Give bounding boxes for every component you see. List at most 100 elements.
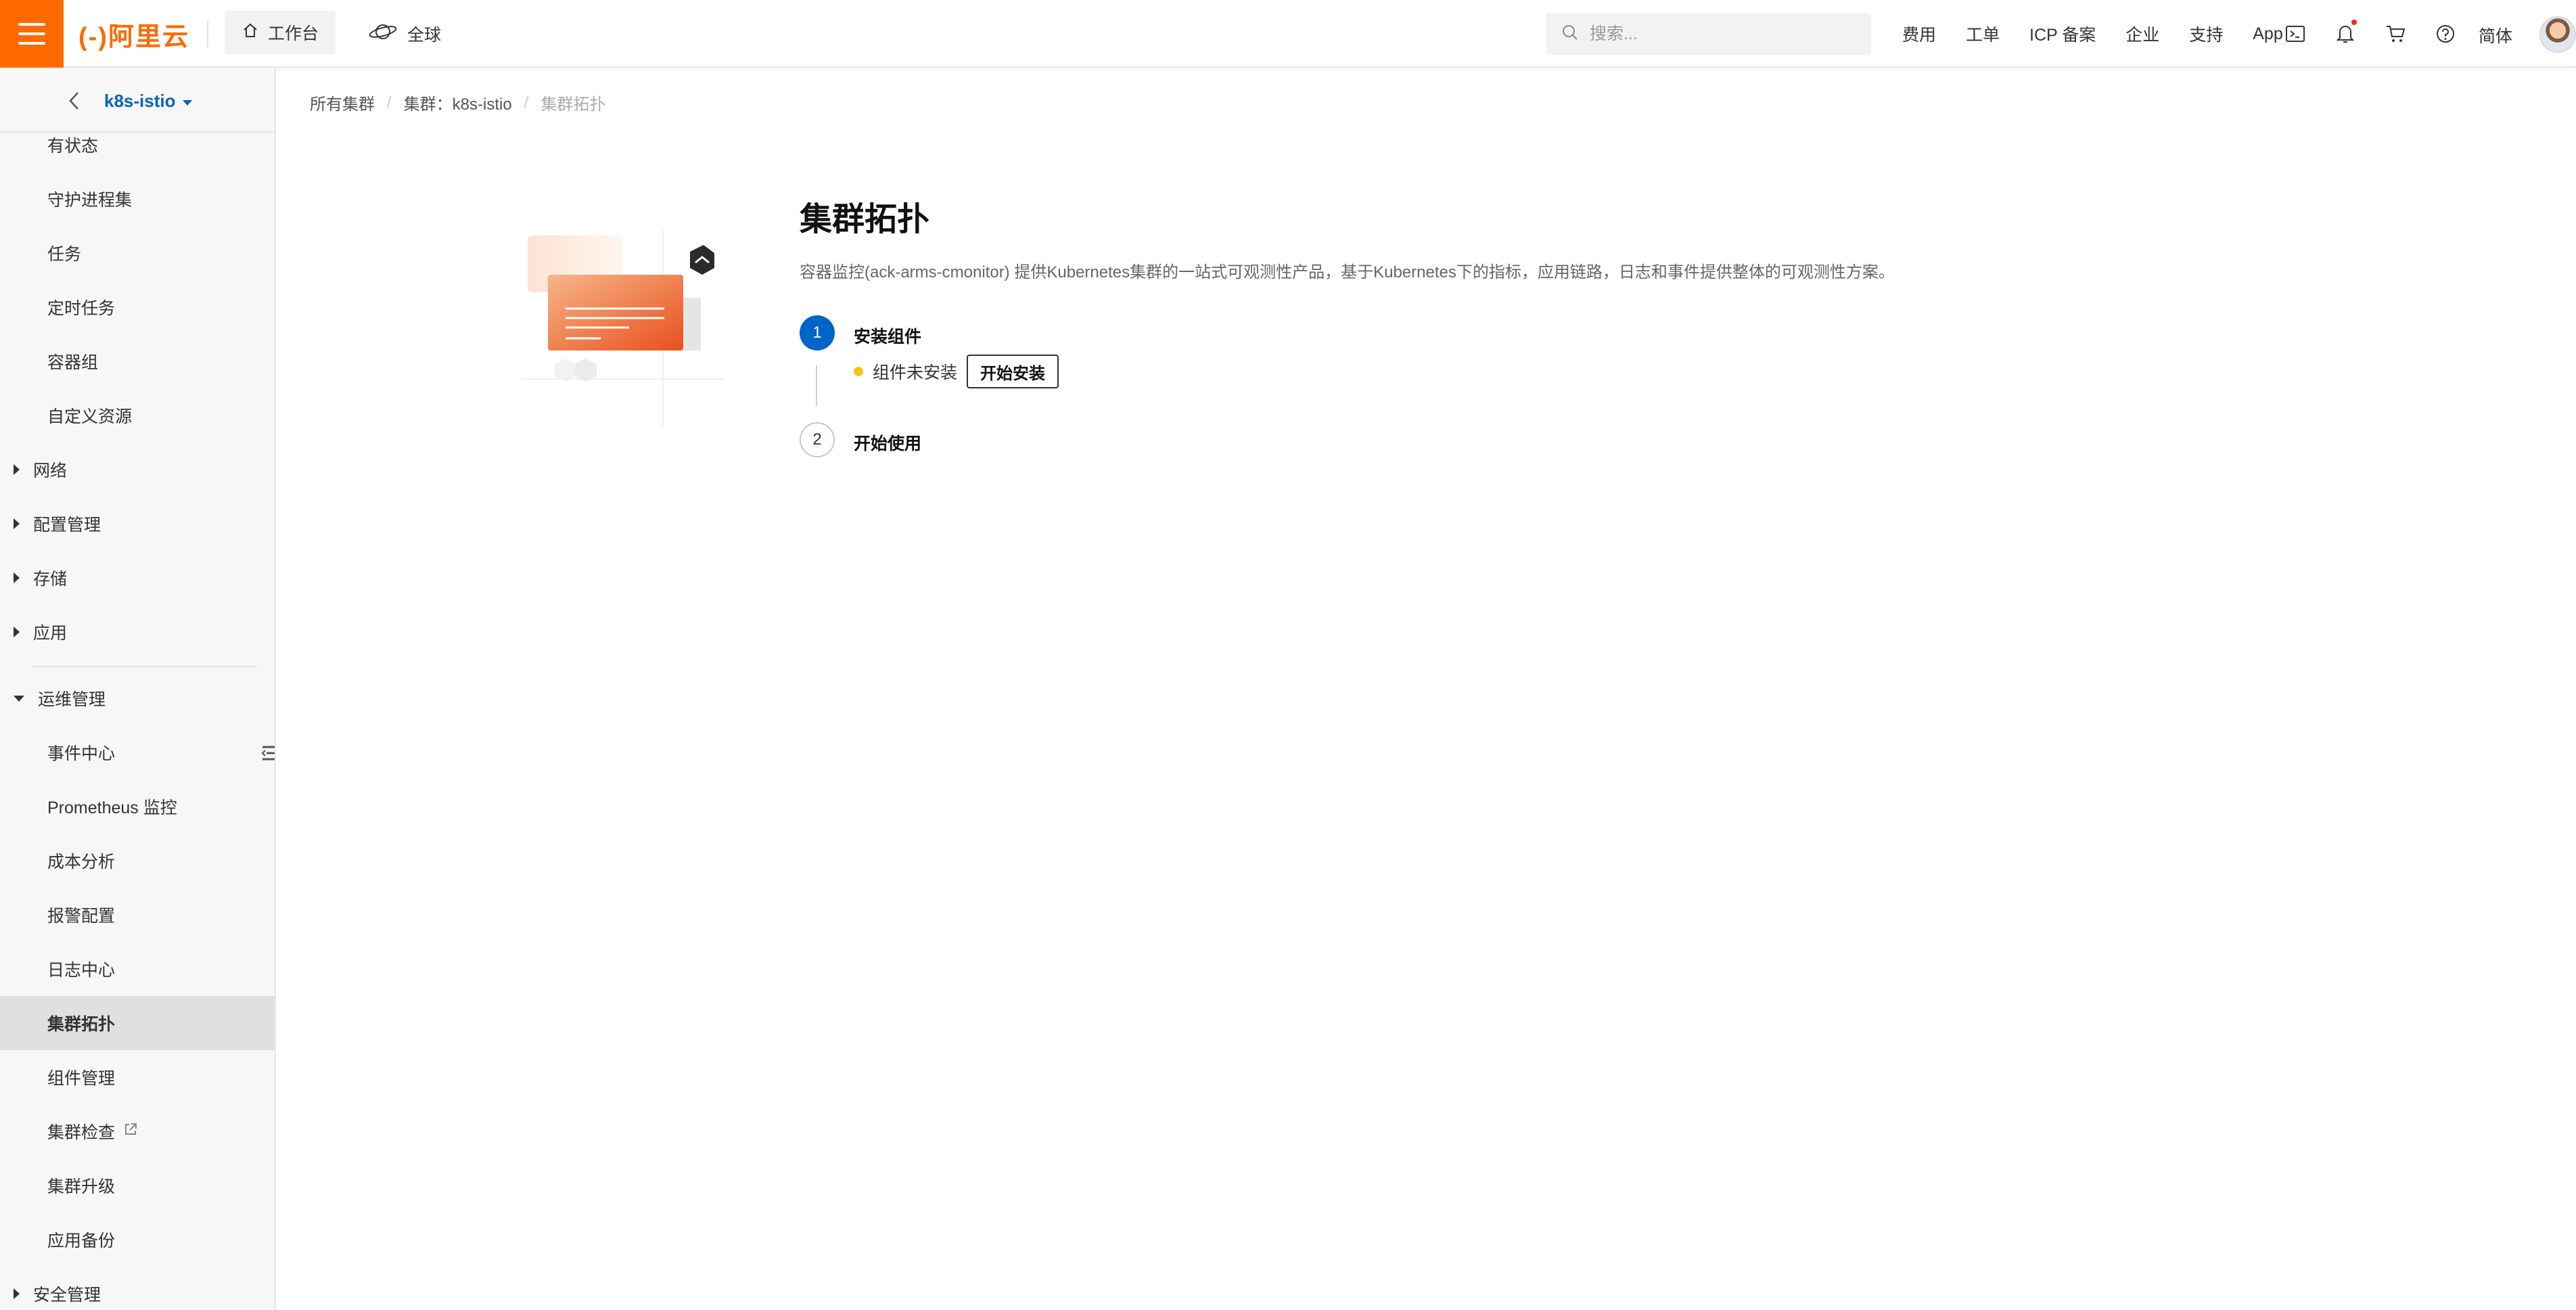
sidebar-item-label: 有状态: [47, 137, 99, 156]
breadcrumb-cluster[interactable]: 集群：k8s-istio: [404, 91, 512, 114]
caret-right-icon: [14, 572, 20, 583]
chevron-down-icon: [182, 99, 192, 106]
sidebar-item-pods[interactable]: 容器组: [0, 334, 275, 388]
step-1-status: 组件未安装 开始安装: [854, 355, 1059, 388]
caret-right-icon: [14, 1288, 20, 1299]
breadcrumb-cluster-prefix: 集群：: [403, 95, 453, 114]
top-link-billing[interactable]: 费用: [1902, 22, 1936, 46]
sidebar-collapse-icon[interactable]: [261, 744, 275, 762]
menu-line: [18, 42, 45, 45]
sidebar-item-app-backup[interactable]: 应用备份: [0, 1213, 275, 1267]
sidebar-item-label: Prometheus 监控: [47, 798, 177, 817]
breadcrumb-all-clusters[interactable]: 所有集群: [310, 91, 375, 114]
sidebar-item-addons[interactable]: 组件管理: [0, 1050, 275, 1104]
help-icon[interactable]: [2434, 22, 2457, 45]
sidebar-item-event-center[interactable]: 事件中心: [0, 725, 275, 780]
page-description: 容器监控(ack-arms-cmonitor) 提供Kubernetes集群的一…: [800, 263, 1895, 281]
menu-line: [18, 32, 45, 35]
sidebar-item-cost-analysis[interactable]: 成本分析: [0, 834, 275, 888]
sidebar-group-storage[interactable]: 存储: [0, 551, 275, 605]
sidebar-item-cluster-check[interactable]: 集群检查: [0, 1104, 275, 1158]
start-install-button[interactable]: 开始安装: [967, 355, 1059, 388]
caret-down-icon: [14, 695, 24, 702]
sidebar-item-log-center[interactable]: 日志中心: [0, 942, 275, 996]
sidebar-item-label: 成本分析: [47, 853, 116, 872]
back-arrow-icon[interactable]: [68, 91, 81, 114]
sidebar-item-label: 集群拓扑: [47, 1015, 116, 1034]
sidebar-divider: [32, 666, 257, 667]
user-avatar[interactable]: [2539, 16, 2576, 53]
sidebar-item-daemonset[interactable]: 守护进程集: [0, 172, 275, 226]
sidebar-item-label: 任务: [47, 245, 82, 264]
top-link-app[interactable]: App: [2253, 24, 2282, 44]
sidebar-group-applications[interactable]: 应用: [0, 605, 275, 659]
sidebar-item-alert-config[interactable]: 报警配置: [0, 888, 275, 942]
sidebar-item-jobs[interactable]: 任务: [0, 226, 275, 280]
cluster-name: k8s-istio: [104, 91, 176, 111]
sidebar-item-custom-resources[interactable]: 自定义资源: [0, 388, 275, 443]
home-icon: [242, 22, 258, 43]
sidebar: k8s-istio 有状态 守护进程集 任务 定时任务 容器组 自定义资源 网络…: [0, 68, 276, 1310]
workbench-button[interactable]: 工作台: [225, 11, 336, 54]
top-link-support[interactable]: 支持: [2189, 22, 2223, 46]
install-status-text: 组件未安装: [873, 363, 958, 382]
terminal-icon[interactable]: [2284, 22, 2307, 45]
brand-text: (-)阿里云: [78, 22, 189, 51]
step-2-indicator: 2: [800, 422, 835, 457]
status-dot: [854, 367, 863, 376]
sidebar-item-label: 容器组: [47, 353, 99, 372]
external-link-icon: [123, 1122, 138, 1142]
search-input[interactable]: [1588, 23, 1862, 45]
step-1-indicator: 1: [800, 315, 835, 351]
hamburger-menu-button[interactable]: [0, 0, 64, 68]
sidebar-item-label: 自定义资源: [47, 407, 133, 426]
search-icon: [1561, 24, 1579, 45]
sidebar-item-label: 集群升级: [47, 1177, 116, 1196]
sidebar-item-cluster-upgrade[interactable]: 集群升级: [0, 1158, 275, 1213]
sidebar-group-label: 网络: [33, 461, 68, 480]
top-link-tickets[interactable]: 工单: [1966, 22, 2000, 46]
sidebar-item-cronjobs[interactable]: 定时任务: [0, 280, 275, 334]
top-links: 费用 工单 ICP 备案 企业 支持 App: [1902, 0, 2313, 68]
sidebar-item-label: 事件中心: [47, 744, 116, 763]
breadcrumb-separator: /: [387, 93, 392, 112]
notification-dot: [2351, 20, 2357, 25]
sidebar-group-config[interactable]: 配置管理: [0, 497, 275, 551]
top-icon-group: [2284, 0, 2457, 68]
breadcrumb-cluster-name: k8s-istio: [452, 95, 512, 114]
region-selector[interactable]: 全球: [368, 18, 441, 50]
sidebar-item-label: 定时任务: [47, 299, 116, 318]
planet-icon: [368, 20, 398, 49]
menu-line: [18, 23, 45, 26]
sidebar-group-operations[interactable]: 运维管理: [0, 671, 275, 725]
sidebar-group-label: 存储: [33, 570, 68, 589]
sidebar-item-statefulset[interactable]: 有状态: [0, 118, 275, 172]
caret-right-icon: [14, 627, 20, 637]
sidebar-item-prometheus[interactable]: Prometheus 监控: [0, 780, 275, 834]
sidebar-group-network[interactable]: 网络: [0, 443, 275, 497]
top-link-enterprise[interactable]: 企业: [2125, 22, 2159, 46]
topology-illustration: [521, 217, 724, 433]
step-connector: [816, 365, 817, 406]
sidebar-item-label: 报警配置: [47, 907, 116, 926]
sidebar-group-security[interactable]: 安全管理: [0, 1267, 275, 1310]
caret-right-icon: [14, 464, 20, 475]
search-box[interactable]: [1546, 13, 1871, 55]
breadcrumb: 所有集群 / 集群：k8s-istio / 集群拓扑: [310, 91, 605, 114]
region-label: 全球: [407, 26, 442, 45]
breadcrumb-current: 集群拓扑: [540, 95, 606, 114]
sidebar-item-cluster-topology[interactable]: 集群拓扑: [0, 996, 275, 1050]
workbench-label: 工作台: [268, 24, 319, 43]
step-1-title: 安装组件: [854, 328, 922, 346]
cart-icon[interactable]: [2384, 22, 2407, 45]
sidebar-item-label: 日志中心: [47, 961, 116, 980]
aliyun-logo[interactable]: (-)阿里云: [78, 16, 189, 51]
sidebar-item-label: 应用备份: [47, 1232, 116, 1250]
bell-icon[interactable]: [2334, 20, 2357, 45]
sidebar-item-label: 组件管理: [47, 1069, 116, 1088]
sidebar-item-label: 集群检查: [47, 1123, 116, 1142]
sidebar-group-label: 安全管理: [33, 1286, 101, 1305]
cluster-switcher[interactable]: k8s-istio: [104, 91, 192, 112]
language-switch[interactable]: 简体: [2479, 23, 2512, 47]
top-link-icp[interactable]: ICP 备案: [2029, 22, 2096, 46]
